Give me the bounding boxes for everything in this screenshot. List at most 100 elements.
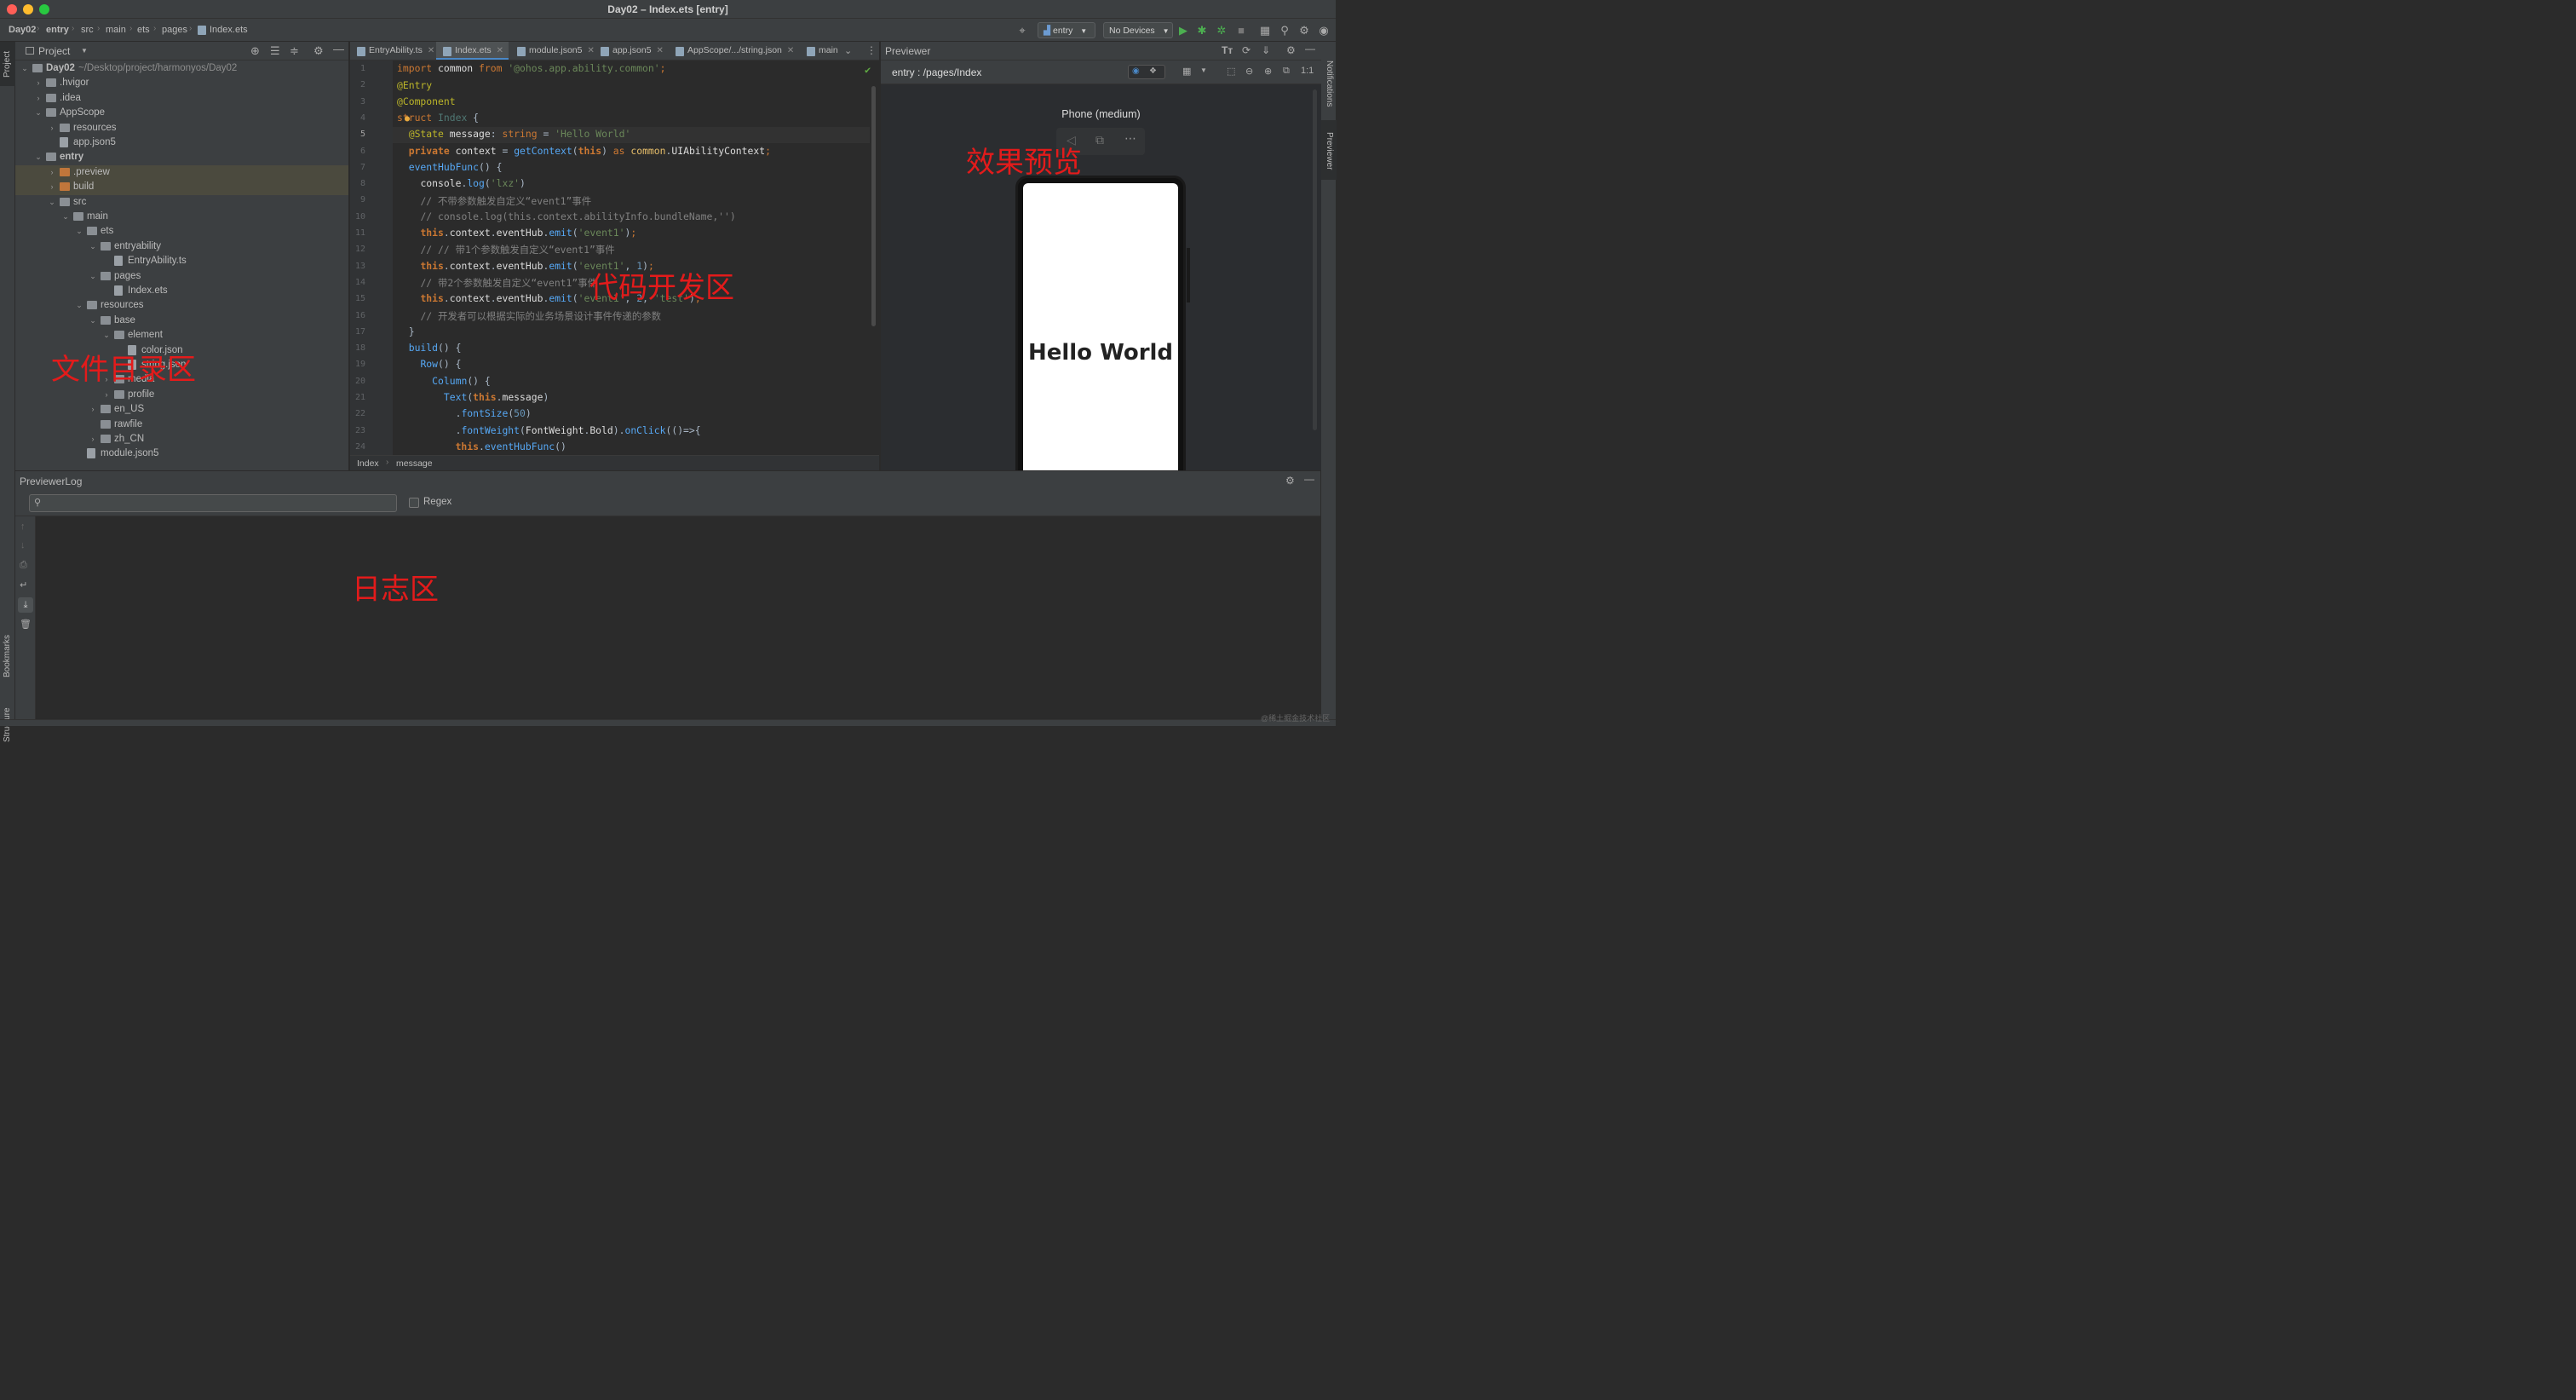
eye-icon[interactable]: ◉ (1132, 66, 1140, 76)
tool-window-project[interactable]: Project (0, 42, 15, 86)
tree-item[interactable]: ⌄ pages (15, 269, 348, 284)
tree-item[interactable]: ⌄ entryability (15, 239, 348, 254)
device-select[interactable]: No Devices ▼ (1103, 22, 1173, 38)
breadcrumb-project[interactable]: Day02 (9, 25, 36, 35)
zoom-in-icon[interactable]: ⊕ (1264, 66, 1272, 77)
stop-icon[interactable]: ■ (1234, 24, 1248, 37)
tab-main[interactable]: main (800, 42, 842, 60)
close-icon[interactable]: ✕ (657, 46, 664, 55)
intention-bulb-icon[interactable]: ● (405, 114, 410, 124)
chevron-right-icon[interactable]: › (48, 180, 56, 194)
switch-device-icon[interactable]: ⧉ (1095, 133, 1104, 147)
tree-item[interactable]: ⌄ ets (15, 224, 348, 239)
tree-item[interactable]: rawfile (15, 418, 348, 432)
tool-window-previewer[interactable]: Previewer (1321, 120, 1337, 180)
print-icon[interactable]: ⎙ (20, 560, 27, 571)
regex-label[interactable]: Regex (423, 497, 451, 507)
arrow-down-icon[interactable]: ↓ (20, 540, 26, 550)
tree-item[interactable]: › profile (15, 388, 348, 402)
breadcrumb-src[interactable]: src (81, 25, 94, 35)
tool-window-notifications[interactable]: Notifications (1325, 60, 1334, 107)
tree-item[interactable]: ⌄ element (15, 328, 348, 343)
chevron-right-icon[interactable]: › (48, 121, 56, 135)
tree-item[interactable]: › build (15, 180, 348, 195)
gear-icon[interactable]: ⚙ (1297, 24, 1311, 37)
chevron-down-icon[interactable]: ⌄ (75, 224, 83, 239)
collapse-all-icon[interactable]: ≑ (290, 44, 299, 58)
chevron-right-icon[interactable]: › (89, 402, 97, 417)
tree-item[interactable]: › zh_CN (15, 432, 348, 447)
chevron-down-icon[interactable]: ⌄ (102, 328, 111, 343)
target-icon[interactable]: ⌖ (1015, 24, 1029, 37)
tab-app-json5[interactable]: app.json5 ✕ (594, 42, 667, 60)
tree-item[interactable]: Index.ets (15, 284, 348, 298)
hide-panel-icon[interactable]: — (1305, 43, 1315, 55)
tree-item[interactable]: app.json5 (15, 135, 348, 150)
editor-scrollbar[interactable] (871, 86, 876, 326)
code-content[interactable]: import common from '@ohos.app.ability.co… (350, 60, 879, 455)
chevron-down-icon[interactable]: ⌄ (89, 314, 97, 328)
gear-icon[interactable]: ⚙ (1285, 475, 1295, 487)
module-select[interactable]: ▟ entry ▼ (1038, 22, 1095, 38)
caret-down-icon[interactable]: ▼ (81, 47, 88, 55)
tree-item[interactable]: › .preview (15, 164, 348, 181)
more-options-icon[interactable]: ⋯ (1124, 131, 1136, 146)
chevron-down-icon[interactable]: ⌄ (844, 45, 852, 56)
editor-breadcrumb-struct[interactable]: Index (357, 458, 379, 469)
previewer-scrollbar[interactable] (1313, 89, 1317, 430)
pin-icon[interactable]: ⇓ (1262, 44, 1270, 56)
tree-item[interactable]: module.json5 (15, 447, 348, 461)
tab-entryability[interactable]: EntryAbility.ts ✕ (350, 42, 434, 60)
account-icon[interactable]: ◉ (1317, 24, 1331, 37)
locate-file-icon[interactable]: ⊕ (250, 44, 260, 58)
breadcrumb-pages[interactable]: pages (162, 25, 187, 35)
tree-item[interactable]: ⌄ src (15, 195, 348, 210)
hide-panel-icon[interactable]: — (333, 43, 344, 55)
view-mode-toggle[interactable]: ◉ ❖ (1128, 65, 1165, 79)
search-icon[interactable]: ⚲ (1278, 24, 1291, 37)
log-output[interactable] (36, 516, 1320, 719)
editor-breadcrumb-member[interactable]: message (396, 458, 433, 469)
project-view-select[interactable]: Project (38, 45, 70, 57)
log-search-input[interactable] (47, 496, 392, 510)
close-icon[interactable]: ✕ (428, 46, 434, 55)
more-options-icon[interactable]: ⋮ (866, 44, 877, 56)
chevron-down-icon[interactable]: ⌄ (75, 298, 83, 313)
chevron-down-icon[interactable]: ⌄ (89, 239, 97, 254)
breadcrumb-main[interactable]: main (106, 25, 126, 35)
layers-icon[interactable]: ❖ (1149, 66, 1157, 76)
rotate-icon[interactable]: ⧉ (1283, 66, 1290, 77)
tree-item[interactable]: › resources (15, 121, 348, 135)
tool-window-bookmarks[interactable]: Bookmarks (3, 635, 12, 677)
chevron-right-icon[interactable]: › (102, 388, 111, 402)
phone-screen[interactable]: Hello World (1023, 183, 1178, 470)
arrow-up-icon[interactable]: ↑ (20, 521, 26, 532)
caret-down-icon[interactable]: ▼ (1200, 66, 1207, 74)
expand-all-icon[interactable]: ☰ (270, 44, 280, 58)
breadcrumb-ets[interactable]: ets (137, 25, 150, 35)
breadcrumb-file[interactable]: Index.ets (210, 25, 248, 35)
inspection-ok-icon[interactable]: ✔ (865, 64, 871, 76)
preview-canvas[interactable]: Phone (medium) ◁ ⧉ ⋯ Hello World (881, 84, 1321, 470)
tree-item[interactable]: ⌄ AppScope (15, 106, 348, 120)
chevron-right-icon[interactable]: › (34, 91, 43, 106)
soft-wrap-icon[interactable]: ↵ (20, 579, 27, 591)
chevron-down-icon[interactable]: ⌄ (20, 61, 29, 76)
actual-size-icon[interactable]: 1:1 (1301, 66, 1314, 76)
grid-view-icon[interactable]: ▦ (1182, 66, 1191, 77)
run-icon[interactable]: ▶ (1176, 24, 1190, 37)
gear-icon[interactable]: ⚙ (313, 44, 324, 58)
zoom-out-icon[interactable]: ⊖ (1245, 66, 1253, 77)
chevron-down-icon[interactable]: ⌄ (34, 106, 43, 120)
tree-item[interactable]: ⌄ main (15, 210, 348, 224)
tree-item[interactable]: ⌄ entry (15, 150, 348, 164)
chevron-down-icon[interactable]: ⌄ (61, 210, 70, 224)
chevron-down-icon[interactable]: ⌄ (89, 269, 97, 284)
refresh-icon[interactable]: ⟳ (1242, 44, 1251, 56)
tree-item[interactable]: EntryAbility.ts (15, 254, 348, 268)
regex-checkbox[interactable] (409, 498, 419, 508)
project-structure-icon[interactable]: ▦ (1258, 24, 1272, 37)
log-search-field[interactable]: ⚲ (29, 494, 397, 512)
chevron-right-icon[interactable]: › (89, 432, 97, 447)
tree-item[interactable]: ⌄ Day02 ~/Desktop/project/harmonyos/Day02 (15, 61, 348, 76)
